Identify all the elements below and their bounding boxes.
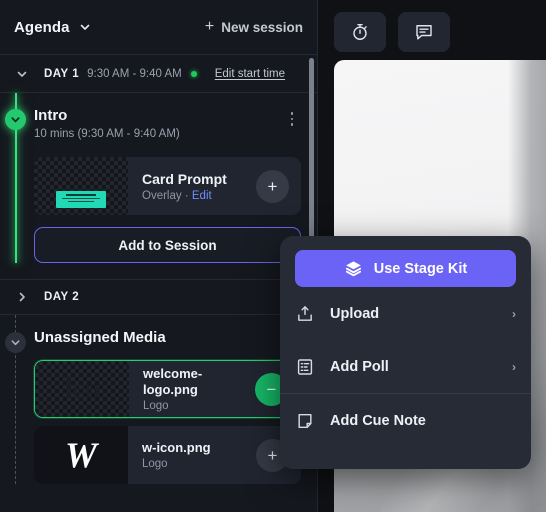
media-separator: · <box>184 189 189 202</box>
thumbnail-logo-text: W <box>64 435 97 475</box>
day-time: 9:30 AM - 9:40 AM <box>87 67 182 80</box>
media-edit-link[interactable]: Edit <box>192 190 212 202</box>
timer-button[interactable] <box>334 12 386 52</box>
menu-item-label: Upload <box>330 305 380 322</box>
day-label: DAY 2 <box>44 291 80 303</box>
add-content-menu: Use Stage Kit Upload › Add Poll › Add Cu… <box>280 236 531 469</box>
media-name: Card Prompt <box>142 170 227 187</box>
sidebar-header: Agenda + New session <box>0 0 317 55</box>
chat-button[interactable] <box>398 12 450 52</box>
session-header: Intro 10 mins (9:30 AM - 9:40 AM) <box>34 107 301 140</box>
note-icon <box>295 411 325 431</box>
unassigned-media-section: Unassigned Media lco welcome-logo.png Lo… <box>0 315 317 484</box>
menu-item-upload[interactable]: Upload › <box>295 287 516 340</box>
timeline-collapse-badge[interactable] <box>5 109 26 130</box>
day-label: DAY 1 <box>44 67 80 80</box>
app-root: Agenda + New session DAY 1 9:30 AM - 9:4… <box>0 0 546 512</box>
chevron-down-icon[interactable] <box>79 21 91 33</box>
thumbnail-logo-text: lco <box>65 372 100 405</box>
session-media-card[interactable]: Card Prompt Overlay · Edit + <box>34 157 301 215</box>
message-icon <box>416 25 432 40</box>
media-subtitle: Overlay · Edit <box>142 190 256 202</box>
menu-item-add-poll[interactable]: Add Poll › <box>295 340 516 393</box>
new-session-label: New session <box>221 19 303 35</box>
chevron-right-icon[interactable] <box>12 291 32 303</box>
unassigned-collapse-badge[interactable] <box>5 332 26 353</box>
session-text: Intro 10 mins (9:30 AM - 9:40 AM) <box>34 107 180 140</box>
session-body: Intro 10 mins (9:30 AM - 9:40 AM) Card P… <box>0 107 317 263</box>
media-name: w-icon.png <box>142 439 211 455</box>
media-type: Overlay <box>142 189 182 202</box>
list-item[interactable]: W w-icon.png Logo + <box>34 426 301 484</box>
media-meta: Card Prompt Overlay · Edit <box>128 171 256 202</box>
page-title: Agenda <box>14 18 70 36</box>
more-vertical-icon[interactable] <box>283 107 301 129</box>
day-row-1[interactable]: DAY 1 9:30 AM - 9:40 AM Edit start time <box>0 55 317 93</box>
unassigned-media-title: Unassigned Media <box>34 329 166 346</box>
session-intro: Intro 10 mins (9:30 AM - 9:40 AM) Card P… <box>0 93 317 263</box>
add-to-session-button[interactable]: Add to Session <box>34 227 301 263</box>
media-meta: welcome-logo.png Logo <box>129 366 255 413</box>
add-media-button[interactable]: + <box>256 169 289 203</box>
stopwatch-icon <box>353 23 367 40</box>
menu-item-label: Add Cue Note <box>330 412 426 429</box>
chevron-right-icon: › <box>512 306 516 321</box>
upload-icon <box>295 304 325 324</box>
day-row-2[interactable]: DAY 2 <box>0 279 317 315</box>
menu-item-add-cue-note[interactable]: Add Cue Note <box>295 394 516 447</box>
live-status-dot <box>190 70 197 77</box>
media-type: Logo <box>143 400 169 413</box>
use-stage-kit-button[interactable]: Use Stage Kit <box>295 250 516 287</box>
media-meta: w-icon.png Logo <box>128 440 256 471</box>
use-stage-kit-label: Use Stage Kit <box>373 260 468 277</box>
chevron-down-icon[interactable] <box>12 68 32 80</box>
chevron-right-icon: › <box>512 359 516 374</box>
media-name: welcome-logo.png <box>143 365 203 397</box>
poll-icon <box>295 357 325 377</box>
unassigned-media-list: lco welcome-logo.png Logo − W w-icon.png… <box>34 360 301 484</box>
layers-icon <box>345 261 361 277</box>
overlay-preview <box>56 191 106 208</box>
session-subtitle: 10 mins (9:30 AM - 9:40 AM) <box>34 128 180 140</box>
w-icon-thumbnail: W <box>34 426 128 484</box>
agenda-sidebar: Agenda + New session DAY 1 9:30 AM - 9:4… <box>0 0 318 512</box>
card-prompt-thumbnail <box>34 157 128 215</box>
edit-start-time-link[interactable]: Edit start time <box>215 68 285 80</box>
stage-toolbar <box>318 0 546 52</box>
new-session-button[interactable]: + New session <box>205 19 303 35</box>
menu-item-label: Add Poll <box>330 358 389 375</box>
session-title: Intro <box>34 107 68 124</box>
list-item[interactable]: lco welcome-logo.png Logo − <box>34 360 301 418</box>
media-type: Logo <box>142 458 168 471</box>
plus-icon: + <box>204 18 215 35</box>
welcome-logo-thumbnail: lco <box>35 361 129 417</box>
